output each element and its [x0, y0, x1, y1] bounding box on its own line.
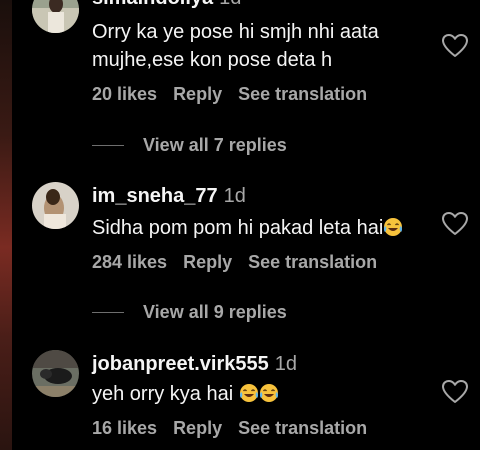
heart-icon[interactable]	[442, 212, 468, 236]
username[interactable]: jobanpreet.virk555	[92, 353, 269, 375]
reply-button[interactable]: Reply	[173, 84, 222, 104]
see-translation-link[interactable]: See translation	[238, 418, 367, 438]
comment-text: Sidha pom pom hi pakad leta hai	[92, 214, 432, 242]
comment-item: im_sneha_77 1d Sidha pom pom hi pakad let…	[32, 180, 472, 280]
heart-icon[interactable]	[442, 34, 468, 58]
tears-of-joy-emoji-icon	[239, 384, 258, 402]
username[interactable]: simaindoliya	[92, 0, 213, 9]
comment-item: jobanpreet.virk555 1d yeh orry kya hai 16…	[32, 348, 472, 448]
likes-count[interactable]: 20 likes	[92, 84, 157, 104]
heart-icon[interactable]	[442, 380, 468, 404]
avatar[interactable]	[32, 0, 79, 33]
background-photo-edge	[0, 0, 12, 450]
reply-button[interactable]: Reply	[183, 252, 232, 272]
avatar[interactable]	[32, 182, 79, 229]
see-translation-link[interactable]: See translation	[238, 84, 367, 104]
likes-count[interactable]: 284 likes	[92, 252, 167, 272]
see-translation-link[interactable]: See translation	[248, 252, 377, 272]
avatar[interactable]	[32, 350, 79, 397]
comment-text: yeh orry kya hai	[92, 380, 432, 408]
comment-age: 1d	[223, 185, 246, 207]
comment-age: 1d	[274, 353, 297, 375]
view-replies-button[interactable]: View all 7 replies	[92, 134, 287, 156]
comment-age: 1d	[219, 0, 241, 9]
comment-text: Orry ka ye pose hi smjh nhi aata mujhe,e…	[92, 21, 379, 71]
likes-count[interactable]: 16 likes	[92, 418, 157, 438]
comment-item: simaindoliya 1d Orry ka ye pose hi smjh n…	[32, 0, 472, 116]
view-replies-button[interactable]: View all 9 replies	[92, 301, 287, 323]
tears-of-joy-emoji-icon	[259, 384, 278, 402]
reply-button[interactable]: Reply	[173, 418, 222, 438]
replies-divider	[92, 311, 124, 313]
tears-of-joy-emoji-icon	[384, 218, 403, 236]
replies-divider	[92, 144, 124, 146]
username[interactable]: im_sneha_77	[92, 185, 218, 207]
